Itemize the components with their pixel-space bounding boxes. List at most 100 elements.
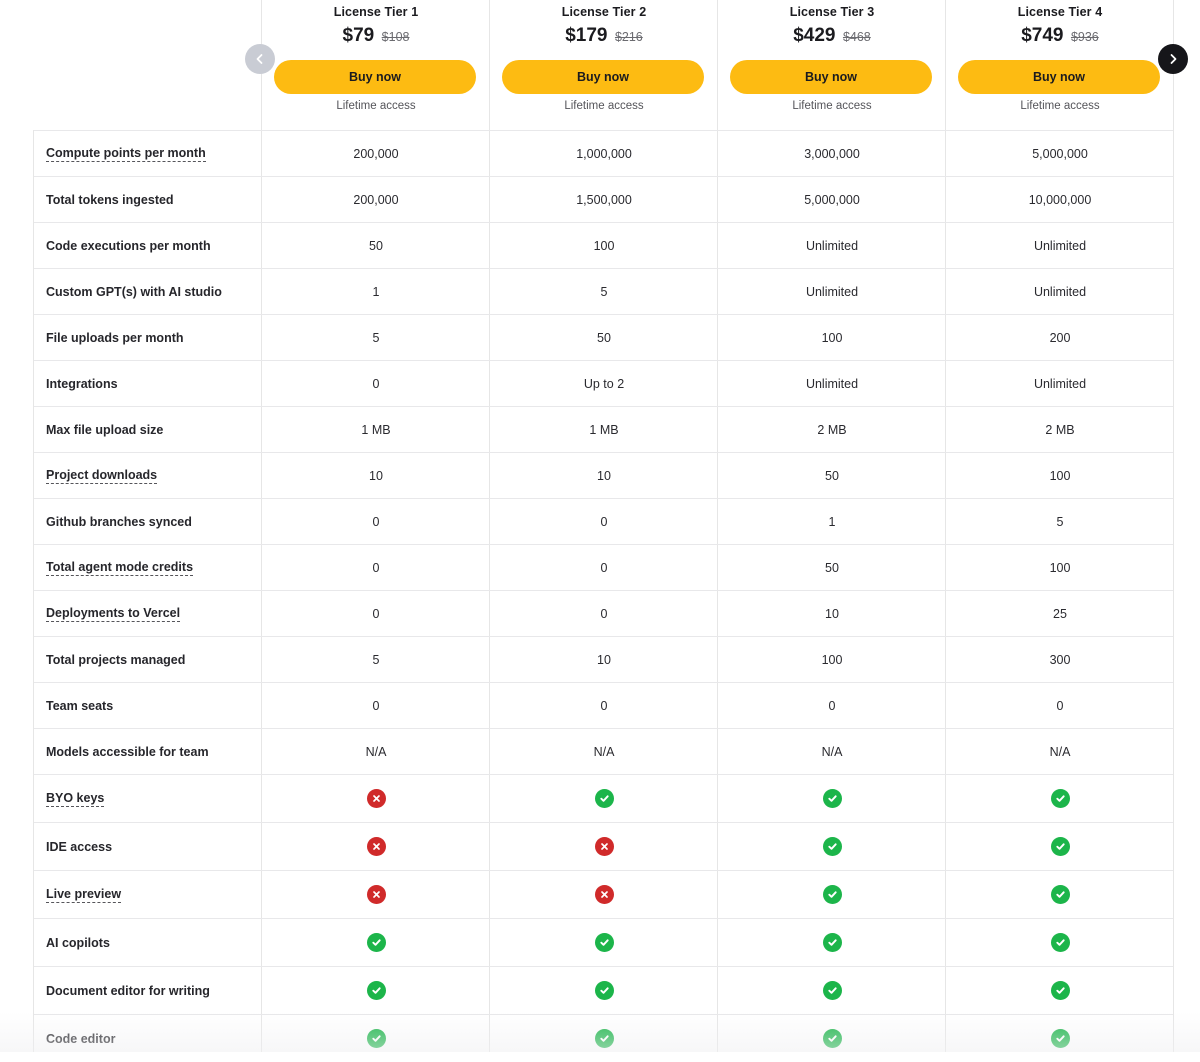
feature-label: Github branches synced bbox=[46, 499, 192, 544]
tier-name: License Tier 1 bbox=[333, 5, 419, 19]
feature-row: Total tokens ingested 200,000 1,500,000 5,0… bbox=[34, 176, 1173, 222]
feature-value: 0 bbox=[600, 560, 608, 575]
feature-label-tooltip-text[interactable]: Deployments to Vercel bbox=[46, 606, 181, 622]
feature-value: Unlimited bbox=[1033, 284, 1087, 299]
feature-label: Max file upload size bbox=[46, 407, 163, 452]
feature-label-tooltip-text[interactable]: Live preview bbox=[46, 887, 122, 903]
feature-value: 1 MB bbox=[589, 422, 619, 437]
feature-value: 200,000 bbox=[353, 146, 399, 161]
check-icon bbox=[822, 789, 842, 808]
feature-value: 0 bbox=[372, 560, 380, 575]
check-icon bbox=[1050, 1029, 1070, 1048]
feature-label[interactable]: Total agent mode credits bbox=[46, 545, 194, 590]
feature-row: Github branches synced 0 0 1 5 bbox=[34, 498, 1173, 544]
feature-row: Total projects managed 5 10 100 300 bbox=[34, 636, 1173, 682]
lifetime-access-note: Lifetime access bbox=[564, 100, 644, 112]
feature-label-text: Code editor bbox=[46, 1031, 116, 1046]
feature-availability-cell bbox=[946, 967, 1174, 1014]
carousel-prev-button[interactable] bbox=[245, 44, 275, 74]
tier-price: $749 bbox=[1021, 25, 1064, 46]
feature-label-text: Document editor for writing bbox=[46, 983, 210, 998]
buy-now-button[interactable]: Buy now bbox=[274, 60, 476, 94]
tier-header-3: License Tier 3 $429 $468 Buy now Lifetim… bbox=[718, 0, 946, 130]
feature-label-text: Code executions per month bbox=[46, 238, 211, 253]
feature-label[interactable]: Deployments to Vercel bbox=[46, 591, 181, 636]
feature-availability-cell bbox=[262, 871, 490, 918]
feature-label-text: Total tokens ingested bbox=[46, 192, 174, 207]
feature-availability-cell bbox=[718, 919, 946, 966]
feature-label[interactable]: BYO keys bbox=[46, 775, 105, 822]
feature-value: 0 bbox=[828, 698, 836, 713]
pricing-comparison: License Tier 1 $79 $108 Buy now Lifetime… bbox=[0, 0, 1200, 1052]
feature-value: 25 bbox=[1053, 606, 1067, 621]
tier-price-row: $429 $468 bbox=[718, 25, 946, 47]
feature-value: Unlimited bbox=[1033, 376, 1087, 391]
feature-value: 0 bbox=[372, 376, 380, 391]
feature-value: 50 bbox=[825, 468, 839, 483]
feature-value: 1,000,000 bbox=[576, 146, 632, 161]
tier-price-row: $179 $216 bbox=[490, 25, 718, 47]
feature-value: 100 bbox=[593, 238, 615, 253]
check-icon bbox=[366, 933, 386, 952]
tier-price: $179 bbox=[565, 25, 608, 46]
check-icon bbox=[1050, 933, 1070, 952]
feature-label: Team seats bbox=[46, 683, 113, 728]
buy-now-button[interactable]: Buy now bbox=[958, 60, 1160, 94]
feature-value: 0 bbox=[600, 606, 608, 621]
feature-value: 100 bbox=[1049, 560, 1071, 575]
tier-price-row: $749 $936 bbox=[946, 25, 1174, 47]
feature-label-text: Integrations bbox=[46, 376, 118, 391]
check-icon bbox=[822, 933, 842, 952]
feature-label[interactable]: Project downloads bbox=[46, 453, 158, 498]
check-icon bbox=[594, 1029, 614, 1048]
feature-label-text: Team seats bbox=[46, 698, 114, 713]
feature-label: Total tokens ingested bbox=[46, 177, 174, 222]
feature-availability-cell bbox=[718, 823, 946, 870]
feature-label-tooltip-text[interactable]: Total agent mode credits bbox=[46, 560, 194, 576]
feature-label[interactable]: Compute points per month bbox=[46, 131, 206, 176]
feature-row: Code executions per month 50 100 Unlimited U… bbox=[34, 222, 1173, 268]
tier-name: License Tier 3 bbox=[789, 5, 875, 19]
feature-availability-cell bbox=[946, 823, 1174, 870]
tier-header-1: License Tier 1 $79 $108 Buy now Lifetime… bbox=[262, 0, 490, 130]
check-icon bbox=[1050, 885, 1070, 904]
feature-row: Integrations 0 Up to 2 Unlimited Unlimited bbox=[34, 360, 1173, 406]
feature-row: Team seats 0 0 0 0 bbox=[34, 682, 1173, 728]
tier-header-4: License Tier 4 $749 $936 Buy now Lifetim… bbox=[946, 0, 1174, 130]
lifetime-access-note: Lifetime access bbox=[792, 100, 872, 112]
cross-icon bbox=[366, 885, 386, 904]
feature-availability-cell bbox=[490, 967, 718, 1014]
tier-original-price: $468 bbox=[842, 30, 871, 44]
feature-label-text: Max file upload size bbox=[46, 422, 164, 437]
feature-value: N/A bbox=[365, 744, 387, 759]
feature-label: Models accessible for team bbox=[46, 729, 209, 774]
feature-label[interactable]: Live preview bbox=[46, 871, 122, 918]
feature-label-tooltip-text[interactable]: BYO keys bbox=[46, 791, 105, 807]
feature-row: Project downloads 10 10 50 100 bbox=[34, 452, 1173, 498]
feature-row: Deployments to Vercel 0 0 10 25 bbox=[34, 590, 1173, 636]
feature-value: 5,000,000 bbox=[804, 192, 860, 207]
check-icon bbox=[1050, 837, 1070, 856]
buy-now-button[interactable]: Buy now bbox=[730, 60, 932, 94]
feature-value: 200,000 bbox=[353, 192, 399, 207]
feature-label-tooltip-text[interactable]: Project downloads bbox=[46, 468, 158, 484]
feature-label-text: File uploads per month bbox=[46, 330, 184, 345]
feature-value: 5 bbox=[1056, 514, 1064, 529]
check-icon bbox=[822, 981, 842, 1000]
feature-value: 300 bbox=[1049, 652, 1071, 667]
feature-label-text: Models accessible for team bbox=[46, 744, 209, 759]
feature-availability-cell bbox=[946, 919, 1174, 966]
feature-value: 100 bbox=[1049, 468, 1071, 483]
feature-value: 50 bbox=[369, 238, 383, 253]
feature-label-tooltip-text[interactable]: Compute points per month bbox=[46, 146, 206, 162]
feature-value: 10 bbox=[825, 606, 839, 621]
feature-availability-cell bbox=[718, 775, 946, 822]
tier-price: $429 bbox=[793, 25, 836, 46]
cross-icon bbox=[366, 837, 386, 856]
tier-name: License Tier 2 bbox=[561, 5, 647, 19]
feature-value: Unlimited bbox=[805, 376, 859, 391]
feature-row: Live preview bbox=[34, 870, 1173, 918]
buy-now-button[interactable]: Buy now bbox=[502, 60, 704, 94]
carousel-next-button[interactable] bbox=[1158, 44, 1188, 74]
feature-label: Total projects managed bbox=[46, 637, 185, 682]
